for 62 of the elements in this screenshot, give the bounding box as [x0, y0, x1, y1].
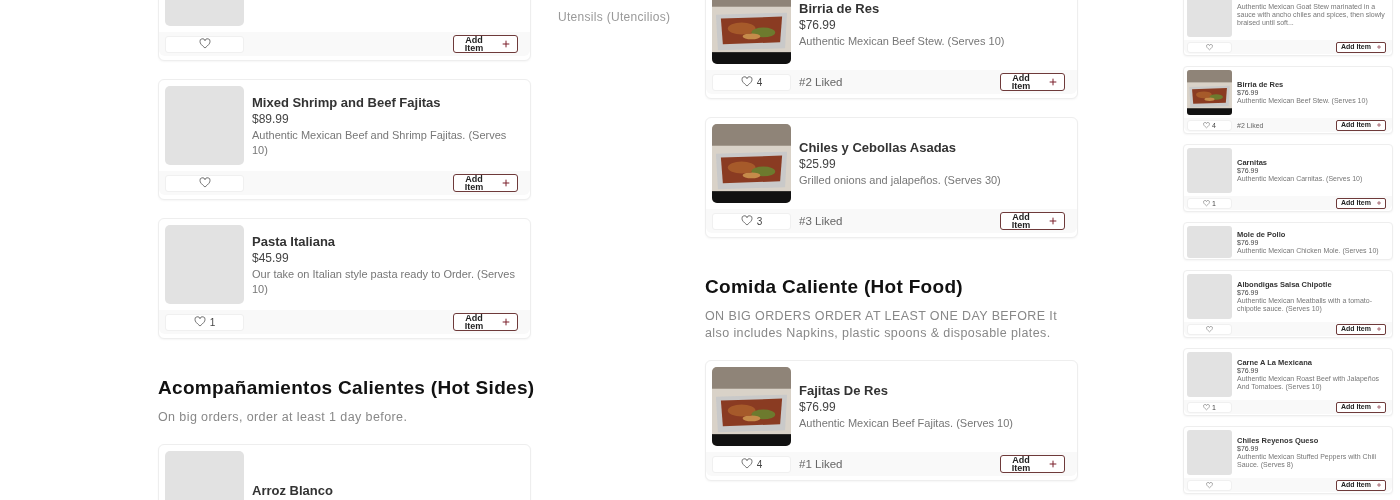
- add-item-button[interactable]: Add Item: [453, 174, 518, 192]
- like-button[interactable]: 3: [712, 212, 791, 230]
- section-heading: Acompañamientos Calientes (Hot Sides): [158, 376, 531, 400]
- item-name: Chiles y Cebollas Asadas: [799, 139, 958, 156]
- plus-icon: [1376, 122, 1382, 128]
- plus-icon: [1376, 44, 1382, 50]
- item-name: Arroz Blanco: [252, 482, 333, 499]
- heart-icon: [740, 76, 753, 88]
- add-item-button[interactable]: Add Item: [1000, 73, 1065, 91]
- heart-icon: [1203, 403, 1211, 411]
- heart-icon: [1206, 43, 1213, 51]
- item-name: Fajitas De Res: [799, 382, 889, 399]
- like-button[interactable]: [165, 35, 244, 53]
- item-price: $76.99: [799, 18, 837, 33]
- item-price: $76.99: [799, 400, 837, 415]
- item-name: Mixed Shrimp and Beef Fajitas: [252, 93, 442, 111]
- item-description: Authentic Mexican Beef Fajitas. (Serves 10): [799, 416, 1013, 431]
- item-name: Pasta Italiana: [252, 232, 337, 250]
- heart-icon: [198, 38, 211, 50]
- heart-icon: [1203, 199, 1211, 207]
- like-button[interactable]: 4: [712, 455, 791, 473]
- item-name: Birria de Res: [799, 0, 881, 17]
- item-price: $45.99: [252, 250, 290, 266]
- item-description: Grilled onions and jalapeños. (Serves 30): [799, 173, 1001, 188]
- item-description: Authentic Mexican Beef and Shrimp Fajitas. (Serves 10): [252, 127, 508, 158]
- plus-icon: [501, 317, 511, 327]
- item-description: Our take on Italian style pasta ready to Order. (Serves 10): [252, 266, 516, 297]
- liked-rank: #3 Liked: [799, 215, 843, 227]
- section-heading: Comida Caliente (Hot Food): [705, 275, 964, 299]
- like-button[interactable]: 4: [712, 73, 791, 91]
- add-item-button[interactable]: Add Item: [1000, 455, 1065, 473]
- heart-icon: [1203, 121, 1211, 129]
- liked-rank: #1 Liked: [799, 458, 843, 470]
- like-button[interactable]: [1187, 323, 1232, 335]
- plus-icon: [1048, 459, 1058, 469]
- plus-icon: [1376, 482, 1382, 488]
- liked-rank: #2 Liked: [799, 76, 843, 88]
- like-button[interactable]: [1187, 479, 1232, 491]
- heart-icon: [193, 316, 206, 328]
- heart-icon: [740, 458, 753, 470]
- section-note: ON BIG ORDERS ORDER AT LEAST ONE DAY BEFORE It also includes Napkins, plastic spoons & disposable plates.: [705, 308, 1059, 342]
- plus-icon: [1376, 200, 1382, 206]
- like-button[interactable]: [165, 174, 244, 192]
- item-price: $89.99: [252, 111, 290, 127]
- heart-icon: [1206, 325, 1213, 333]
- add-item-button[interactable]: Add Item: [1000, 212, 1065, 230]
- item-description: Authentic Mexican Beef Stew. (Serves 10): [799, 34, 1005, 49]
- like-button[interactable]: [1187, 41, 1232, 53]
- add-item-button[interactable]: Add Item: [453, 35, 518, 53]
- heart-icon: [740, 215, 753, 227]
- plus-icon: [501, 39, 511, 49]
- like-button[interactable]: 1: [165, 313, 244, 331]
- add-item-button[interactable]: Add Item: [453, 313, 518, 331]
- plus-icon: [501, 178, 511, 188]
- plus-icon: [1048, 216, 1058, 226]
- plus-icon: [1376, 404, 1382, 410]
- plus-icon: [1376, 326, 1382, 332]
- section-note: On big orders, order at least 1 day before.: [158, 409, 409, 426]
- heart-icon: [198, 177, 211, 189]
- item-price: $25.99: [799, 157, 837, 172]
- heart-icon: [1206, 481, 1213, 489]
- plus-icon: [1048, 77, 1058, 87]
